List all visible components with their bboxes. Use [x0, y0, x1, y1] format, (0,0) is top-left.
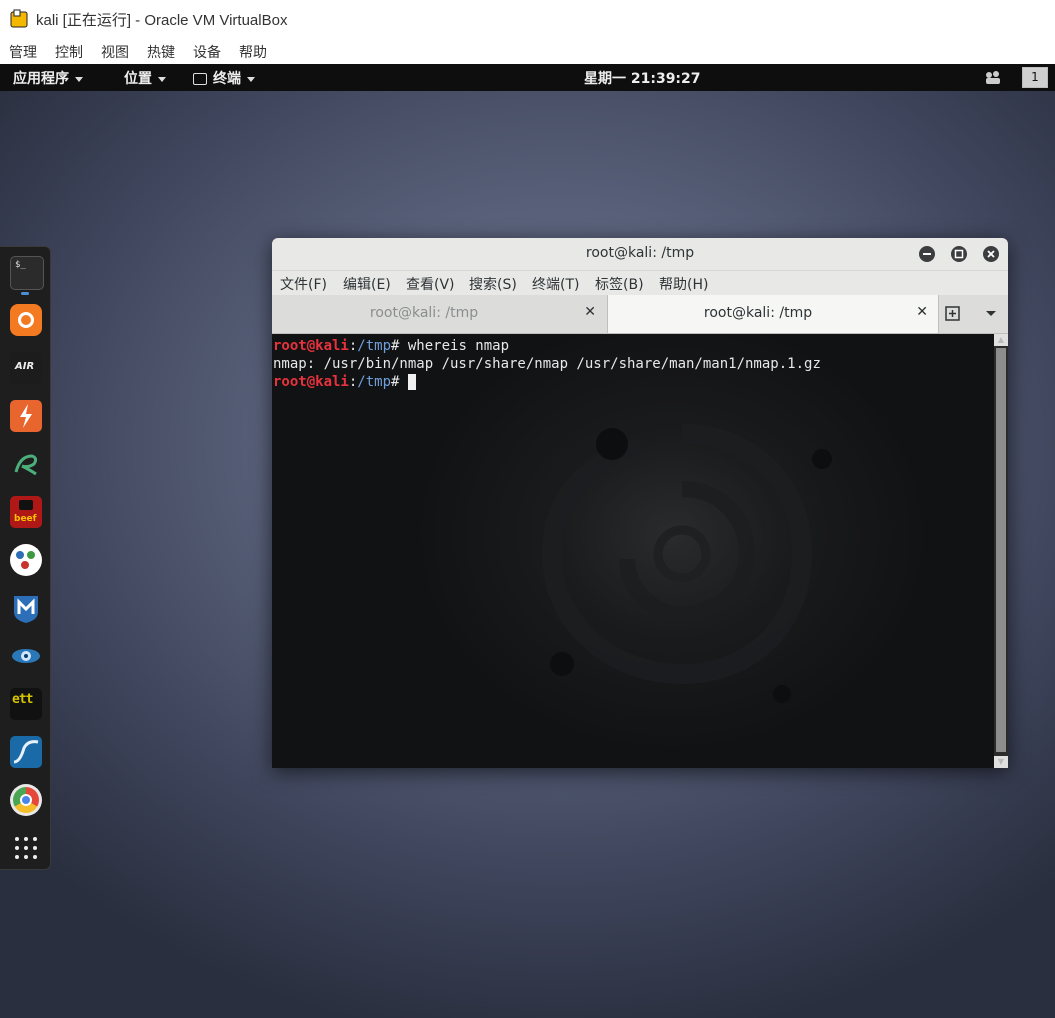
menu-view[interactable]: 查看(V) — [406, 274, 455, 294]
places-menu[interactable]: 位置 — [124, 68, 166, 88]
terminal-window-title: root@kali: /tmp — [585, 245, 695, 261]
menu-search[interactable]: 搜索(S) — [469, 274, 517, 294]
virtualbox-app-icon — [10, 9, 28, 28]
scrollbar[interactable]: ▲ ▼ — [994, 334, 1008, 768]
new-tab-icon[interactable] — [945, 306, 961, 326]
terminal-icon[interactable]: $_ — [10, 256, 44, 290]
scroll-down-icon[interactable]: ▼ — [994, 756, 1008, 768]
vbox-menu-hotkeys[interactable]: 热键 — [147, 42, 175, 62]
beef-icon[interactable]: beef — [10, 496, 42, 528]
tab-menu-dropdown-icon[interactable] — [986, 311, 996, 316]
close-tab-icon[interactable]: ✕ — [584, 304, 596, 320]
armitage-icon[interactable] — [10, 448, 42, 480]
menu-tabs[interactable]: 标签(B) — [595, 274, 644, 294]
wireshark-icon[interactable] — [10, 736, 42, 768]
prompt-hash: # — [391, 374, 408, 390]
menu-help[interactable]: 帮助(H) — [659, 274, 708, 294]
vbox-menu-devices[interactable]: 设备 — [193, 42, 221, 62]
applications-menu[interactable]: 应用程序 — [13, 68, 83, 88]
menu-file[interactable]: 文件(F) — [280, 274, 327, 294]
maltego-icon[interactable] — [10, 544, 42, 576]
terminal-small-icon — [193, 73, 207, 85]
applications-label: 应用程序 — [13, 71, 69, 87]
dash: $_ AIR beef ett — [0, 246, 51, 870]
terminal-line: root@kali:/tmp# — [273, 373, 821, 391]
chevron-down-icon — [75, 76, 83, 82]
ettercap-icon[interactable]: ett — [10, 688, 42, 720]
close-tab-icon[interactable]: ✕ — [916, 304, 928, 320]
menu-terminal[interactable]: 终端(T) — [532, 274, 579, 294]
vbox-menu-manage[interactable]: 管理 — [9, 42, 37, 62]
prompt-path: /tmp — [357, 338, 392, 354]
tab-label: root@kali: /tmp — [369, 305, 479, 321]
maximize-icon[interactable] — [951, 246, 967, 262]
tab-active[interactable]: root@kali: /tmp ✕ — [607, 295, 939, 333]
menu-edit[interactable]: 编辑(E) — [343, 274, 391, 294]
tab-inactive[interactable]: root@kali: /tmp ✕ — [272, 295, 606, 333]
vbox-window-title: kali [正在运行] - Oracle VM VirtualBox — [36, 12, 288, 29]
firefox-icon[interactable] — [10, 304, 42, 336]
minimize-icon[interactable] — [919, 246, 935, 262]
terminal-menubar: 文件(F) 编辑(E) 查看(V) 搜索(S) 终端(T) 标签(B) 帮助(H… — [272, 271, 1008, 295]
vbox-menu-view[interactable]: 视图 — [101, 42, 129, 62]
terminal-app-menu[interactable]: 终端 — [193, 68, 255, 88]
debian-swirl-background — [541, 424, 832, 703]
tab-bar: root@kali: /tmp ✕ root@kali: /tmp ✕ — [272, 295, 1008, 334]
terminal-titlebar[interactable]: root@kali: /tmp — [272, 238, 1008, 271]
terminal-line: nmap: /usr/bin/nmap /usr/share/nmap /usr… — [273, 356, 821, 372]
workspace-indicator[interactable]: 1 — [1022, 67, 1048, 88]
show-apps-icon[interactable] — [10, 832, 42, 864]
system-status-icon[interactable] — [984, 70, 1002, 85]
close-icon[interactable] — [983, 246, 999, 262]
guest-desktop: 应用程序 位置 终端 星期一 21:39:27 1 $_ AIR beef et… — [0, 64, 1055, 1018]
terminal-body[interactable]: root@kali:/tmp# whereis nmap nmap: /usr/b… — [272, 334, 1008, 768]
terminal-window: root@kali: /tmp 文件(F) 编辑(E) 查看(V) 搜索(S) … — [272, 238, 1008, 768]
metasploit-icon[interactable] — [10, 592, 42, 624]
prompt-hash: # — [391, 338, 408, 354]
text-cursor — [407, 374, 416, 390]
scrollbar-thumb[interactable] — [996, 348, 1006, 752]
chevron-down-icon — [158, 76, 166, 82]
tab-label: root@kali: /tmp — [703, 305, 813, 321]
vbox-titlebar: kali [正在运行] - Oracle VM VirtualBox — [0, 0, 1055, 38]
scroll-up-icon[interactable]: ▲ — [994, 334, 1008, 346]
chevron-down-icon — [247, 76, 255, 82]
terminal-line: root@kali:/tmp# whereis nmap — [273, 337, 821, 355]
command-text: whereis nmap — [407, 338, 510, 354]
zenmap-icon[interactable] — [10, 640, 42, 672]
vbox-menu-control[interactable]: 控制 — [55, 42, 83, 62]
running-indicator — [21, 292, 29, 295]
prompt-user: root@kali — [273, 374, 349, 390]
gnome-topbar: 应用程序 位置 终端 星期一 21:39:27 1 — [0, 64, 1055, 91]
vbox-menu-help[interactable]: 帮助 — [239, 42, 267, 62]
vbox-menubar: 管理 控制 视图 热键 设备 帮助 — [0, 38, 1055, 64]
prompt-path: /tmp — [357, 374, 392, 390]
chromium-icon[interactable] — [10, 784, 42, 816]
burpsuite-icon[interactable] — [10, 400, 42, 432]
prompt-user: root@kali — [273, 338, 349, 354]
clock[interactable]: 星期一 21:39:27 — [584, 68, 701, 88]
aircrack-icon[interactable]: AIR — [10, 352, 42, 384]
terminal-app-label: 终端 — [213, 71, 241, 87]
places-label: 位置 — [124, 71, 152, 87]
terminal-output: root@kali:/tmp# whereis nmap nmap: /usr/b… — [273, 337, 821, 391]
